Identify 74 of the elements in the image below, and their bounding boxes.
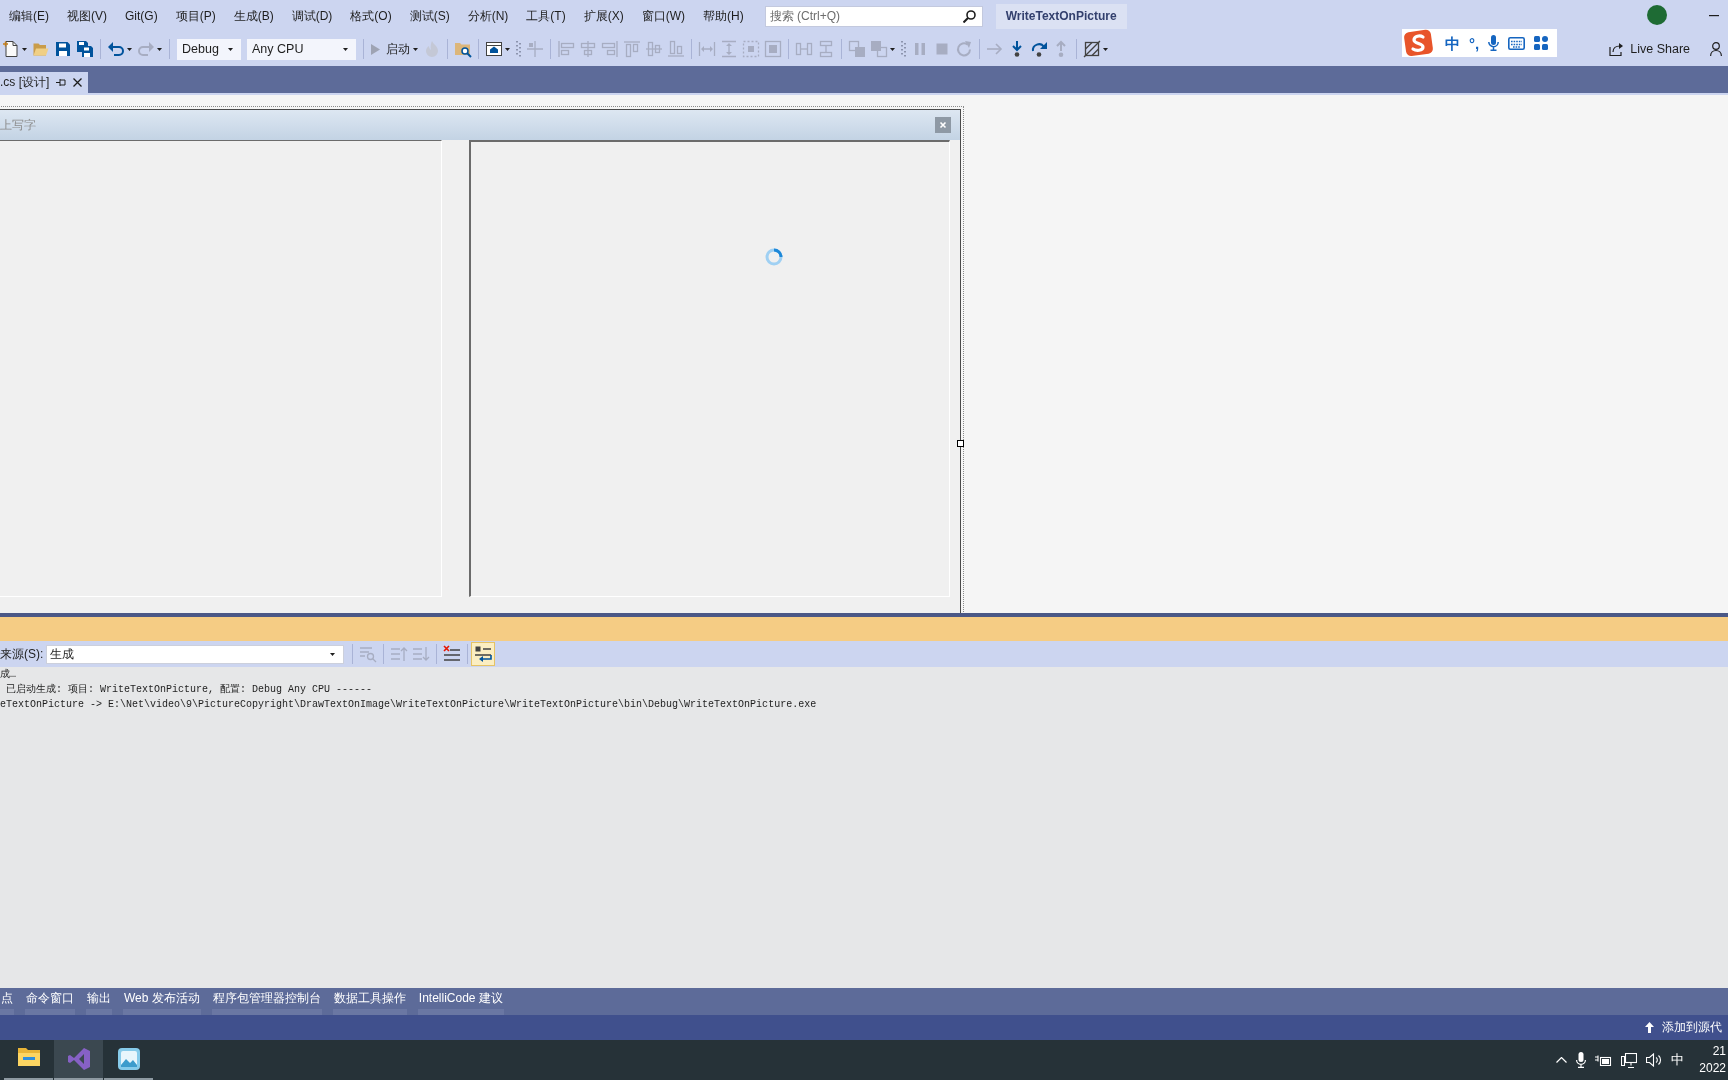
caret-icon[interactable] <box>127 47 132 51</box>
resize-handle[interactable] <box>957 440 964 447</box>
start-button[interactable]: 启动 <box>368 38 413 60</box>
caret-icon[interactable] <box>330 652 336 656</box>
output-line: 已启动生成: 项目: WriteTextOnPicture, 配置: Debug Any CPU ------ <box>5 682 373 697</box>
ime-mode-toggle[interactable]: 中 <box>1445 35 1460 51</box>
network-icon[interactable] <box>1621 1052 1638 1068</box>
menu-item[interactable]: 窗口(W) <box>632 5 694 27</box>
hatched-square-icon[interactable] <box>1084 41 1100 57</box>
microphone-icon[interactable] <box>1576 1052 1587 1068</box>
source-dropdown[interactable]: 生成 <box>46 644 345 664</box>
menu-item[interactable]: 编辑(E) <box>0 5 58 27</box>
menu-item[interactable]: 扩展(X) <box>574 5 633 27</box>
battery-icon[interactable] <box>1595 1054 1613 1066</box>
menu-item[interactable]: 分析(N) <box>458 5 518 27</box>
new-file-icon[interactable] <box>3 41 19 57</box>
grip-icon[interactable] <box>901 41 906 57</box>
form-title: 上写字 <box>0 116 36 134</box>
menu-item[interactable]: 工具(T) <box>517 5 575 27</box>
share-icon <box>1609 42 1625 56</box>
toolbar-dropdown[interactable]: Debug <box>177 38 241 60</box>
menu-item[interactable]: 调试(D) <box>282 5 342 27</box>
caret-icon[interactable] <box>343 47 348 51</box>
menu-item[interactable]: 帮助(H) <box>694 5 753 27</box>
grip-icon[interactable] <box>516 41 521 57</box>
folder-search-icon[interactable] <box>455 41 471 57</box>
toolbar-dropdown[interactable]: Any CPU <box>247 38 356 60</box>
avatar[interactable] <box>1647 5 1667 25</box>
caret-icon[interactable] <box>413 47 418 51</box>
clear-list-icon[interactable] <box>444 646 461 662</box>
grid-icon[interactable] <box>1534 36 1549 50</box>
menu-item[interactable]: Git(G) <box>116 5 167 27</box>
ime-indicator[interactable]: 中 <box>1671 1051 1685 1069</box>
clock[interactable]: 21 2022 <box>1699 1043 1728 1077</box>
menu-item[interactable]: 生成(B) <box>224 5 283 27</box>
window-icon[interactable] <box>486 41 502 57</box>
undo-icon[interactable] <box>108 41 124 57</box>
pin-icon[interactable] <box>56 78 67 87</box>
save-icon[interactable] <box>55 41 71 57</box>
add-to-source-control[interactable]: 添加到源代 <box>1662 1019 1722 1036</box>
microphone-icon[interactable] <box>1488 35 1500 51</box>
arrow-up-icon[interactable] <box>1645 1022 1654 1033</box>
document-tab[interactable]: .cs [设计] <box>0 72 89 93</box>
clock-time: 21 <box>1712 1043 1726 1060</box>
menu-item[interactable]: 测试(S) <box>400 5 459 27</box>
save-all-icon[interactable] <box>77 41 93 57</box>
play-icon <box>371 43 380 55</box>
output-line: eTextOnPicture -> E:\Net\video\9\PictureCopyright\DrawTextOnImage\WriteTextOnPicture\WriteTextOnPicture\bin\Debug\WriteTextOnPicture.exe <box>0 698 817 712</box>
chevron-up-icon[interactable] <box>1556 1057 1568 1063</box>
menu-item[interactable]: 视图(V) <box>58 5 116 27</box>
picture-app-icon <box>117 1048 140 1070</box>
keyboard-icon[interactable] <box>1508 36 1526 50</box>
menu-item[interactable]: 项目(P) <box>166 5 225 27</box>
caret-icon[interactable] <box>228 47 233 51</box>
step-over-icon[interactable] <box>1031 41 1047 57</box>
volume-icon[interactable] <box>1646 1053 1663 1067</box>
clock-date: 2022 <box>1699 1060 1726 1077</box>
minimize-icon[interactable] <box>1709 15 1719 17</box>
person-icon[interactable] <box>1710 42 1724 56</box>
search-field[interactable]: 搜索 (Ctrl+Q) <box>764 5 983 27</box>
menu-item[interactable]: 格式(O) <box>341 5 401 27</box>
punctuation-toggle[interactable]: °, <box>1469 35 1480 51</box>
output-line: 成… <box>0 668 16 682</box>
caret-icon[interactable] <box>505 47 510 51</box>
caret-icon[interactable] <box>1103 47 1108 51</box>
caret-icon[interactable] <box>22 47 27 51</box>
solution-name: WriteTextOnPicture <box>995 3 1127 29</box>
live-share-button[interactable]: Live Share <box>1605 37 1694 61</box>
step-into-icon[interactable] <box>1009 41 1025 57</box>
source-label: 来源(S): <box>0 645 44 663</box>
app-logo-icon <box>67 1048 90 1070</box>
loading-spinner-icon <box>765 248 783 266</box>
close-icon[interactable] <box>73 78 83 87</box>
s-logo-icon[interactable] <box>1402 29 1436 57</box>
